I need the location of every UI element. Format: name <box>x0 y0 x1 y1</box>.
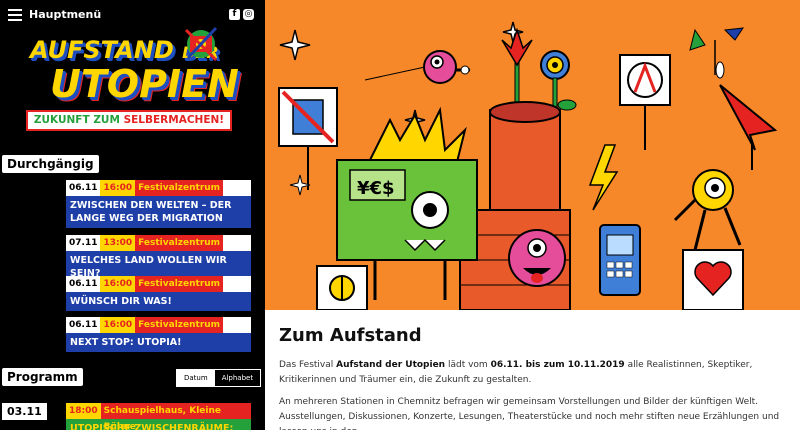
event-date: 07.11 <box>69 238 98 248</box>
yellow-creature-icon <box>673 169 742 251</box>
sort-alphabet-button[interactable]: Alphabet <box>214 370 261 386</box>
event-place: Festivalzentrum <box>135 235 224 251</box>
sidebar: Hauptmenü f ◎ AUFSTAND DER UTOPIEN ZUKUN… <box>0 0 265 430</box>
sort-by-date-button[interactable]: Datum <box>177 370 215 386</box>
instagram-icon[interactable]: ◎ <box>243 9 254 20</box>
event-time: 16:00 <box>100 276 136 292</box>
facebook-icon[interactable]: f <box>229 9 240 20</box>
event-card[interactable]: 18:00Schauspielhaus, Kleine Bühne UTOPIS… <box>66 403 251 430</box>
event-title[interactable]: WÜNSCH DIR WAS! <box>66 292 251 311</box>
article-paragraph: An mehreren Stationen in Chemnitz befrag… <box>279 397 780 430</box>
article-title: Zum Aufstand <box>279 325 422 346</box>
main-content: ¥€$ Zum Aufstand Das Festival Aufstand d… <box>265 0 800 430</box>
svg-text:¥€$: ¥€$ <box>357 178 395 199</box>
hamburger-icon[interactable] <box>8 9 22 21</box>
section-label-programm: Programm <box>2 368 83 386</box>
event-time: 18:00 <box>66 403 101 419</box>
event-card[interactable]: 06.11 16:00 Festivalzentrum ZWISCHEN DEN W… <box>66 180 251 228</box>
event-place: Schauspielhaus, Kleine Bühne <box>100 403 251 430</box>
phone-creature-icon <box>599 224 641 296</box>
sort-toggle: Datum Alphabet <box>176 369 262 387</box>
logo-line-2: UTOPIEN <box>50 62 239 106</box>
event-place: Festivalzentrum <box>135 317 224 333</box>
plant-icon <box>689 27 745 79</box>
day-label: 03.11 <box>2 403 47 420</box>
tagline-banner: ZUKUNFT ZUM SELBERMACHEN! <box>26 110 232 131</box>
event-time: 13:00 <box>100 235 136 251</box>
bug-mascot-icon <box>184 26 218 62</box>
pink-creature-icon <box>364 50 470 84</box>
section-label-durchgaengig: Durchgängig <box>2 155 99 173</box>
event-title[interactable]: NEXT STOP: UTOPIA! <box>66 333 251 352</box>
red-creature-icon <box>508 229 566 287</box>
event-time: 16:00 <box>100 180 136 196</box>
utopia-illustration: ¥€$ <box>278 21 778 311</box>
event-card[interactable]: 06.11 16:00 Festivalzentrum NEXT STOP: UTO… <box>66 317 251 352</box>
lightning-icon <box>588 144 619 211</box>
article-paragraph: Das Festival Aufstand der Utopien lädt v… <box>279 360 753 385</box>
heart-sign-icon <box>682 249 744 311</box>
hero-illustration: ¥€$ <box>265 0 800 311</box>
flag-arrow-icon <box>719 84 778 151</box>
event-time: 16:00 <box>100 317 136 333</box>
event-title[interactable]: ZWISCHEN DEN WELTEN – DER LANGE WEG DER … <box>66 196 251 228</box>
event-title[interactable]: UTOPISCHE ZWISCHENRÄUME: UMBRÜCHE <box>66 419 251 430</box>
anarchy-sign-icon <box>619 54 671 150</box>
event-card[interactable]: 06.11 16:00 Festivalzentrum WÜNSCH DIR WAS… <box>66 276 251 311</box>
event-date: 06.11 <box>69 279 98 289</box>
event-place: Festivalzentrum <box>135 180 224 196</box>
event-place: Festivalzentrum <box>135 276 224 292</box>
crossed-sign-icon <box>278 87 338 190</box>
peace-sign-icon <box>316 265 368 311</box>
event-date: 06.11 <box>69 183 98 193</box>
main-menu-label[interactable]: Hauptmenü <box>29 8 101 21</box>
event-date: 06.11 <box>69 320 98 330</box>
